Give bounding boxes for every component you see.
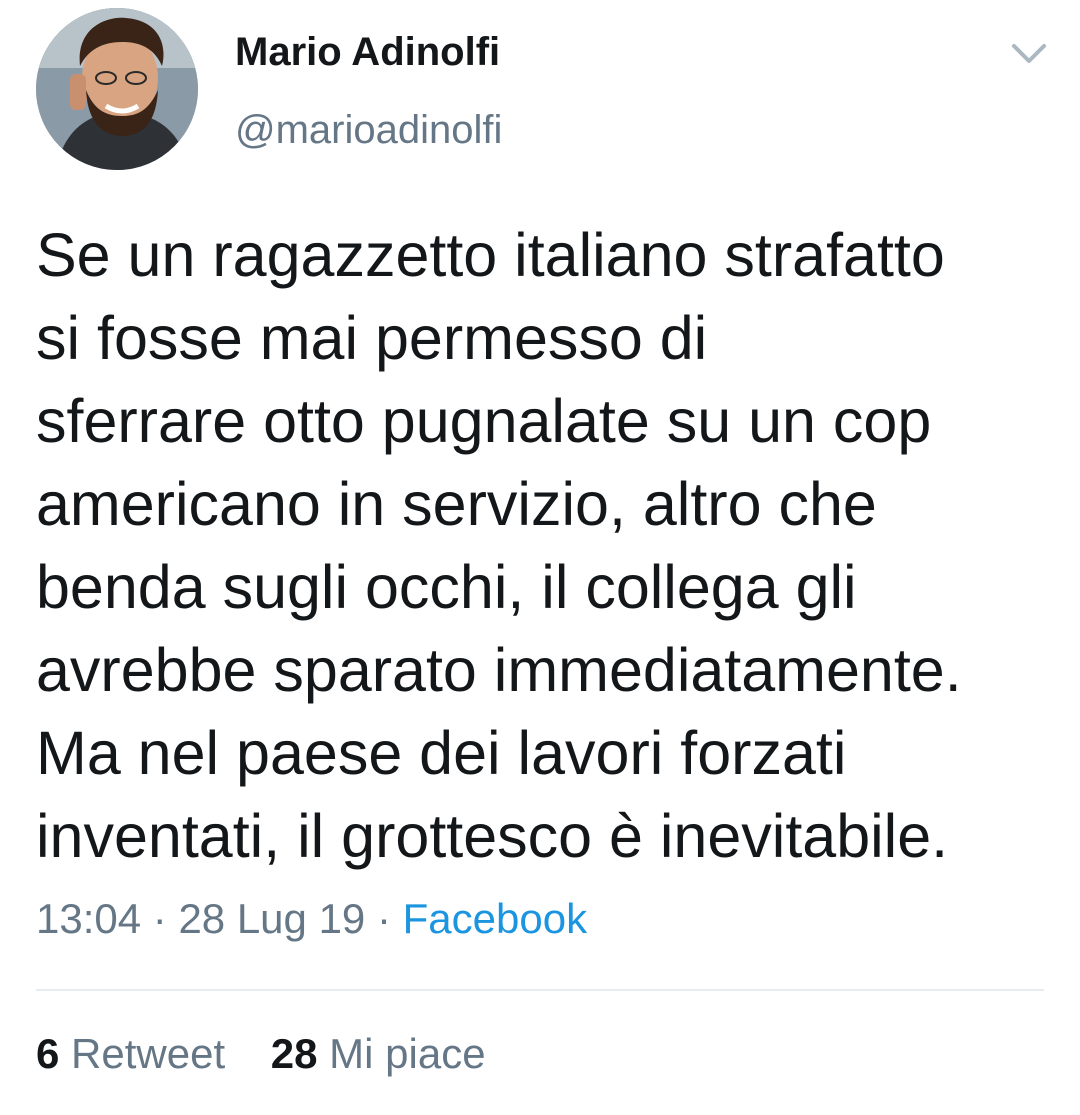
retweets-stat[interactable]: 6 Retweet	[36, 1030, 225, 1078]
likes-count: 28	[270, 1030, 318, 1077]
meta-separator: ·	[365, 895, 403, 942]
likes-stat[interactable]: 28 Mi piace	[271, 1030, 486, 1078]
retweets-label: Retweet	[71, 1030, 226, 1077]
tweet-source-link[interactable]: Facebook	[403, 895, 587, 942]
avatar[interactable]	[36, 8, 198, 170]
user-handle[interactable]: @marioadinolfi	[235, 108, 502, 153]
likes-label: Mi piace	[329, 1030, 486, 1077]
chevron-down-icon[interactable]	[1006, 34, 1052, 74]
tweet-meta: 13:04 · 28 Lug 19 · Facebook	[36, 895, 587, 943]
retweets-count: 6	[36, 1030, 60, 1077]
tweet-text: Se un ragazzetto italiano strafatto si f…	[36, 221, 962, 870]
avatar-photo-icon	[36, 8, 198, 170]
tweet-card: Mario Adinolfi @marioadinolfi Se un raga…	[0, 0, 1080, 1115]
tweet-date: 28 Lug 19	[178, 895, 366, 942]
tweet-time: 13:04	[36, 895, 142, 942]
divider	[36, 989, 1044, 991]
tweet-stats: 6 Retweet 28 Mi piace	[36, 1030, 486, 1078]
display-name[interactable]: Mario Adinolfi	[235, 30, 500, 75]
meta-separator: ·	[141, 895, 179, 942]
